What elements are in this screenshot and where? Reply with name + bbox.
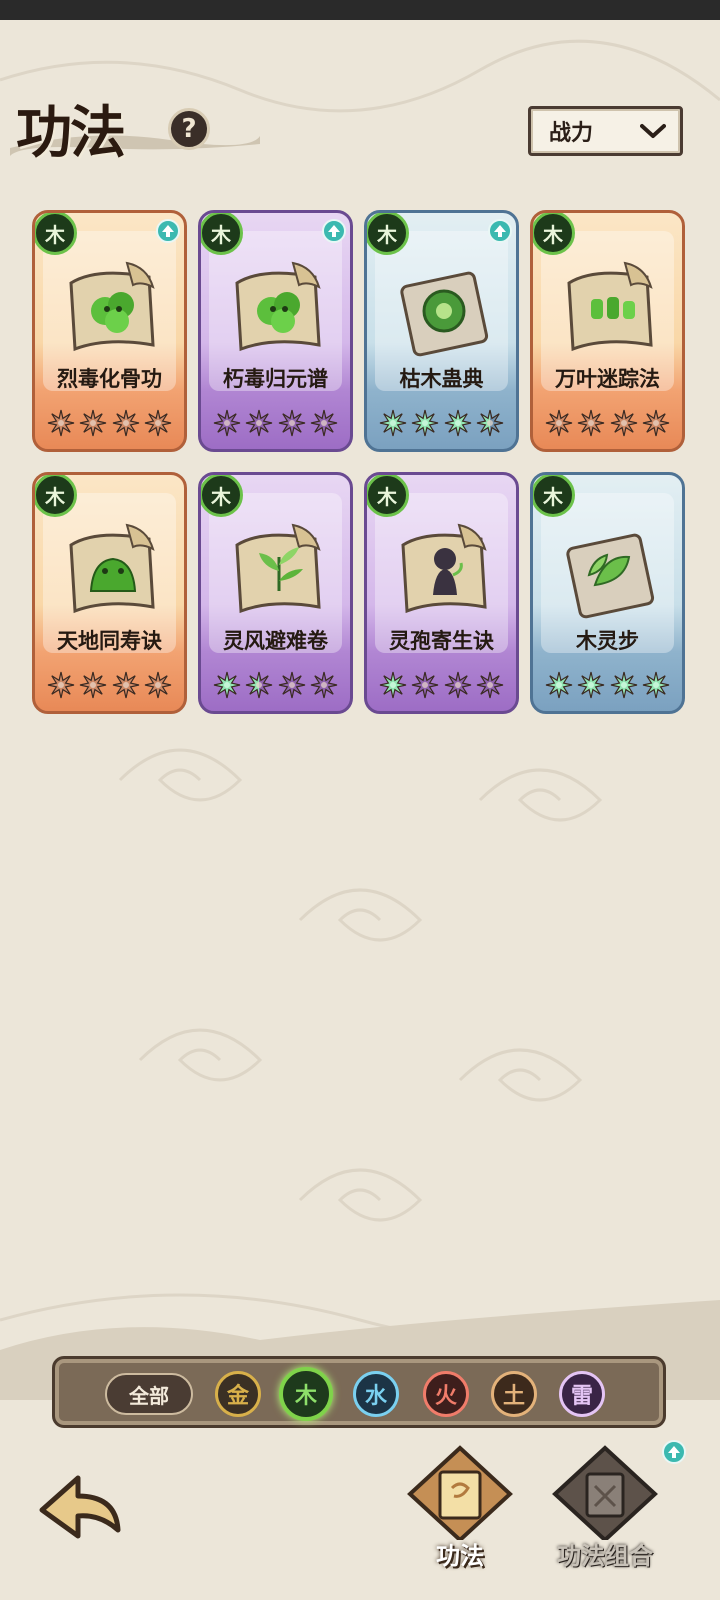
star-icon [246, 409, 273, 437]
star-icon [610, 671, 637, 699]
chevron-down-icon [640, 124, 666, 138]
star-icon [545, 671, 573, 699]
filter-element-3[interactable]: 火 [423, 1371, 469, 1417]
technique-card[interactable]: 木灵风避难卷 [198, 472, 353, 714]
technique-card[interactable]: 木万叶迷踪法 [530, 210, 685, 452]
star-rating [545, 671, 670, 701]
upgrade-arrow-icon [322, 219, 346, 243]
technique-card[interactable]: 木天地同寿诀 [32, 472, 187, 714]
element-badge: 木 [35, 475, 77, 517]
technique-scroll-icon [407, 1445, 513, 1543]
star-rating [545, 409, 670, 439]
star-icon [412, 671, 439, 699]
question-mark-icon[interactable]: ? [168, 108, 210, 150]
technique-name: 万叶迷踪法 [555, 367, 660, 391]
star-icon [47, 671, 75, 699]
leaf-scroll-icon [235, 523, 321, 614]
tab-technique-combo-label: 功法组合 [557, 1542, 653, 1570]
technique-name: 烈毒化骨功 [57, 367, 162, 391]
star-icon [47, 409, 75, 437]
star-rating [379, 409, 504, 439]
element-filter-bar: 全部 金木水火土雷 [52, 1356, 666, 1428]
star-rating [213, 671, 338, 701]
technique-card[interactable]: 木灵孢寄生诀 [364, 472, 519, 714]
star-icon [213, 671, 241, 699]
star-icon [112, 409, 139, 437]
star-icon [578, 409, 605, 437]
technique-card[interactable]: 木烈毒化骨功 [32, 210, 187, 452]
star-icon [213, 409, 241, 437]
element-badge: 木 [367, 213, 409, 255]
star-icon [379, 671, 407, 699]
filter-element-5[interactable]: 雷 [559, 1371, 605, 1417]
star-icon [310, 409, 338, 437]
technique-name: 枯木蛊典 [399, 367, 484, 391]
star-icon [310, 671, 338, 699]
back-arrow-icon[interactable] [30, 1460, 130, 1560]
element-badge: 木 [533, 213, 575, 255]
technique-combo-icon [552, 1445, 658, 1543]
technique-card[interactable]: 木朽毒归元谱 [198, 210, 353, 452]
star-icon [610, 409, 637, 437]
star-icon [412, 409, 439, 437]
element-badge: 木 [201, 213, 243, 255]
star-icon [278, 409, 305, 437]
status-bar [0, 0, 720, 20]
star-icon [80, 671, 107, 699]
star-rating [379, 671, 504, 701]
star-icon [444, 409, 471, 437]
tab-technique-label: 功法 [436, 1542, 484, 1570]
bottom-navigation: 功法 功法组合 [0, 1440, 720, 1600]
star-rating [47, 409, 172, 439]
technique-name: 天地同寿诀 [57, 629, 162, 653]
star-icon [144, 409, 172, 437]
element-badge: 木 [35, 213, 77, 255]
element-badge: 木 [201, 475, 243, 517]
filter-element-1[interactable]: 木 [279, 1367, 333, 1421]
star-rating [213, 409, 338, 439]
filter-all-button[interactable]: 全部 [105, 1373, 193, 1415]
star-icon [246, 671, 273, 699]
technique-name: 木灵步 [576, 629, 639, 653]
star-icon [278, 671, 305, 699]
star-rating [47, 671, 172, 701]
filter-element-4[interactable]: 土 [491, 1371, 537, 1417]
star-icon [642, 671, 670, 699]
green-orb-book-icon [400, 271, 489, 357]
green-beast-scroll-icon [69, 523, 155, 614]
leaf-book-icon [566, 533, 655, 619]
sort-dropdown-label: 战力 [549, 120, 594, 145]
element-badge: 木 [533, 475, 575, 517]
technique-card[interactable]: 木木灵步 [530, 472, 685, 714]
star-icon [642, 409, 670, 437]
filter-element-0[interactable]: 金 [215, 1371, 261, 1417]
star-icon [144, 671, 172, 699]
poison-cloud-scroll-icon [69, 261, 155, 352]
page-title: 功法 [16, 100, 126, 166]
star-icon [476, 671, 504, 699]
tab-technique[interactable]: 功法 [400, 1440, 520, 1600]
star-icon [545, 409, 573, 437]
page-title-area: 功法 [10, 82, 290, 172]
poison-cloud-scroll-icon [235, 261, 321, 352]
technique-name: 灵孢寄生诀 [389, 629, 494, 653]
technique-name: 朽毒归元谱 [223, 367, 328, 391]
filter-element-2[interactable]: 水 [353, 1371, 399, 1417]
star-icon [112, 671, 139, 699]
star-icon [476, 409, 504, 437]
star-icon [444, 671, 471, 699]
technique-card[interactable]: 木枯木蛊典 [364, 210, 519, 452]
element-badge: 木 [367, 475, 409, 517]
technique-name: 灵风避难卷 [223, 629, 328, 653]
leaf-figures-scroll-icon [567, 261, 653, 352]
sort-dropdown[interactable]: 战力 [528, 106, 683, 156]
star-icon [80, 409, 107, 437]
upgrade-arrow-icon [156, 219, 180, 243]
star-icon [578, 671, 605, 699]
upgrade-arrow-icon [662, 1440, 686, 1464]
star-icon [379, 409, 407, 437]
tab-technique-combo[interactable]: 功法组合 [545, 1440, 665, 1600]
upgrade-arrow-icon [488, 219, 512, 243]
shadow-figure-scroll-icon [401, 523, 487, 614]
